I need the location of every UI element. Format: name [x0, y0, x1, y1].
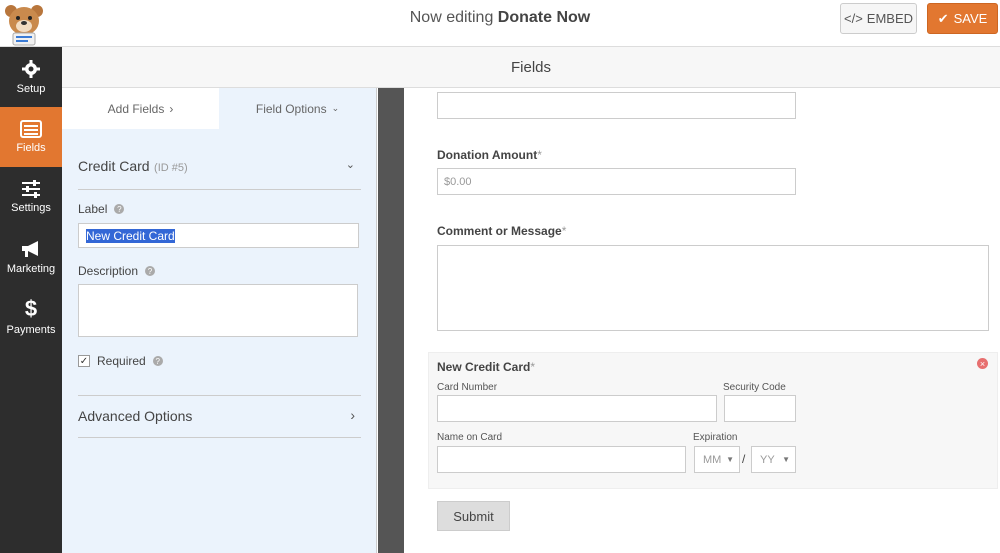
tab-label: Add Fields — [107, 101, 165, 116]
label-input[interactable]: New Credit Card — [78, 223, 359, 248]
help-icon: ? — [114, 204, 125, 214]
field-title-row[interactable]: Credit Card (ID #5) ⌄ — [78, 158, 361, 190]
nav-label: Marketing — [6, 263, 56, 275]
expiration-separator: / — [742, 452, 746, 466]
chevron-down-icon: ⌄ — [331, 103, 340, 113]
security-code-label: Security Code — [723, 382, 786, 393]
embed-button[interactable]: </> EMBED — [840, 3, 917, 34]
sliders-icon — [22, 180, 40, 198]
advanced-options-label: Advanced Options — [78, 408, 193, 424]
required-mark: * — [561, 224, 567, 238]
form-name: Donate Now — [497, 9, 591, 26]
nav-item-marketing[interactable]: Marketing — [0, 227, 62, 287]
chevron-down-icon: ⌄ — [345, 159, 355, 171]
expiration-month-select: MM ▼ — [694, 446, 740, 473]
caret-down-icon: ▼ — [782, 455, 790, 464]
previous-field-input — [437, 92, 796, 119]
top-bar: Now editing Donate Now </> EMBED ✔ SAVE — [0, 0, 1000, 47]
check-icon: ✔ — [937, 10, 949, 26]
nav-label: Settings — [11, 202, 51, 214]
editing-prefix: Now editing — [409, 9, 494, 26]
nav-label: Setup — [16, 83, 46, 95]
field-id: (ID #5) — [154, 162, 188, 174]
nav-label: Payments — [6, 324, 56, 336]
description-option: Description? — [78, 264, 361, 278]
comment-label: Comment or Message* — [437, 224, 566, 238]
label-value: New Credit Card — [86, 229, 175, 243]
card-number-input — [437, 395, 717, 422]
gear-icon — [22, 60, 40, 78]
security-code-input — [724, 395, 796, 422]
name-on-card-label: Name on Card — [437, 432, 503, 443]
panel-divider — [378, 88, 404, 553]
save-label: SAVE — [953, 11, 988, 26]
credit-card-label: New Credit Card* — [437, 360, 535, 374]
code-icon: </> — [843, 11, 863, 26]
field-options-panel: Add Fields › Field Options ⌄ Credit Card… — [62, 88, 377, 553]
donation-amount-label: Donation Amount* — [437, 148, 542, 162]
save-button[interactable]: ✔ SAVE — [927, 3, 998, 34]
card-number-label: Card Number — [437, 382, 498, 393]
nav-item-fields[interactable]: Fields — [0, 107, 62, 167]
description-textarea[interactable] — [78, 284, 358, 337]
required-mark: * — [537, 148, 542, 162]
label-text: Donation Amount — [437, 148, 538, 162]
help-icon: ? — [152, 356, 163, 366]
required-option: ✓ Required ? — [78, 354, 361, 396]
tab-field-options[interactable]: Field Options ⌄ — [219, 88, 376, 129]
nav-item-setup[interactable]: Setup — [0, 47, 62, 107]
nav-item-payments[interactable]: $ Payments — [0, 287, 62, 347]
caret-down-icon: ▼ — [726, 455, 734, 464]
required-checkbox[interactable]: ✓ — [78, 355, 90, 367]
help-icon: ? — [145, 266, 156, 276]
donation-amount-input: $0.00 — [437, 168, 796, 195]
left-sidebar: Setup Fields Settings Marketing $ Paymen… — [0, 47, 62, 553]
tab-label: Field Options — [255, 101, 327, 116]
megaphone-icon — [22, 241, 38, 257]
form-preview: Donation Amount* $0.00 Comment or Messag… — [404, 88, 1000, 553]
label-text: Comment or Message — [437, 224, 562, 238]
label-text: New Credit Card — [437, 360, 531, 374]
expiration-year-select: YY ▼ — [751, 446, 796, 473]
description-label: Description — [78, 264, 139, 278]
panel-tabs: Add Fields › Field Options ⌄ — [62, 88, 376, 129]
list-icon — [20, 120, 42, 138]
label-option: Label? — [78, 202, 361, 216]
nav-label: Fields — [16, 142, 46, 154]
chevron-right-icon: › — [169, 101, 174, 116]
comment-textarea — [437, 245, 989, 331]
required-label: Required — [97, 354, 146, 368]
chevron-right-icon: › — [350, 407, 355, 423]
submit-button[interactable]: Submit — [437, 501, 510, 531]
month-placeholder: MM — [703, 453, 722, 466]
name-on-card-input — [437, 446, 686, 473]
tab-add-fields[interactable]: Add Fields › — [62, 88, 219, 129]
required-mark: * — [530, 360, 536, 374]
fields-header: Fields — [62, 47, 1000, 88]
embed-label: EMBED — [866, 11, 914, 26]
dollar-icon: $ — [24, 296, 38, 321]
delete-field-icon[interactable]: × — [977, 358, 988, 369]
nav-item-settings[interactable]: Settings — [0, 167, 62, 227]
field-title: Credit Card — [78, 158, 150, 174]
label-label: Label — [78, 202, 108, 216]
year-placeholder: YY — [760, 453, 775, 466]
advanced-options-toggle[interactable]: Advanced Options › — [78, 407, 361, 438]
expiration-label: Expiration — [693, 432, 738, 443]
